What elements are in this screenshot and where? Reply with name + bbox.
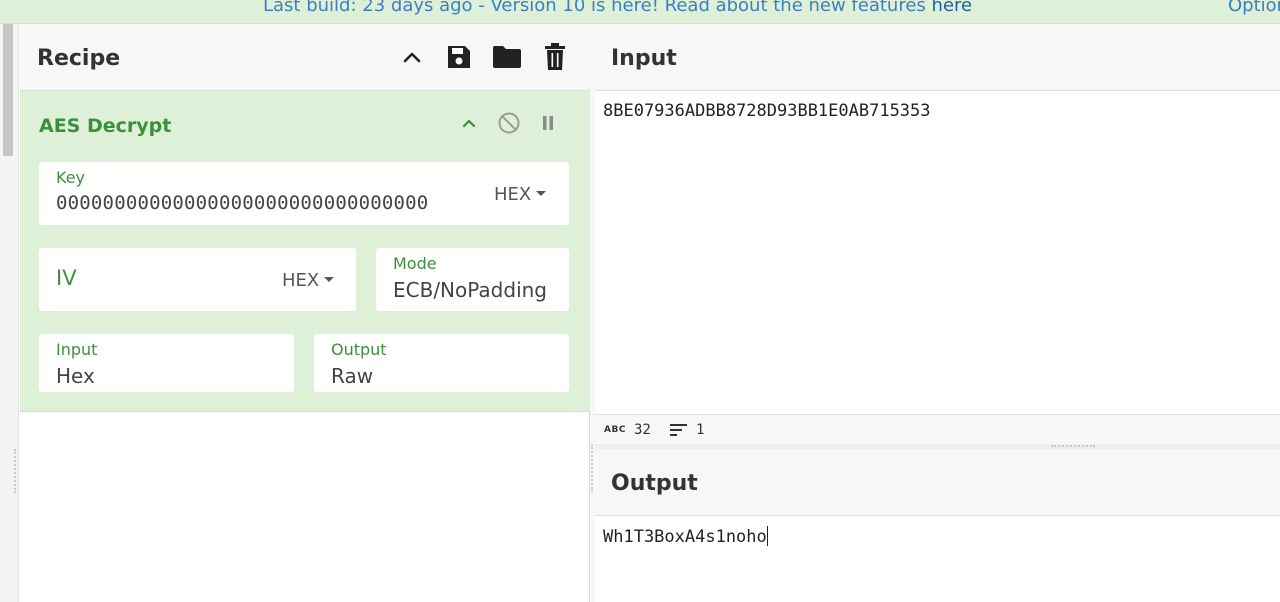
banner-text: Last build: 23 days ago - Version 10 is … (263, 0, 932, 16)
output-title: Output (611, 471, 698, 496)
operations-scrollbar[interactable] (0, 24, 19, 602)
pause-icon[interactable] (534, 109, 562, 137)
left-resize-handle[interactable] (14, 449, 18, 493)
splitter-grip[interactable] (1051, 445, 1095, 448)
input-header: Input (595, 24, 1280, 91)
mode-label: Mode (393, 254, 437, 273)
length-indicator: ABC 32 (604, 422, 651, 438)
length-value: 32 (633, 422, 651, 438)
key-format-value: HEX (494, 184, 532, 205)
input-format-value[interactable]: Hex (56, 364, 95, 388)
key-field[interactable]: Key 00000000000000000000000000000000 HEX (39, 162, 569, 225)
output-text: Wh1T3BoxA4s1noho (603, 527, 767, 547)
banner-message: Last build: 23 days ago - Version 10 is … (263, 0, 972, 16)
options-link[interactable]: Options (1228, 0, 1280, 16)
folder-icon[interactable] (492, 42, 522, 72)
input-format-select[interactable]: Input Hex (39, 334, 294, 392)
chevron-down-icon (324, 276, 335, 282)
iv-format-value: HEX (282, 270, 320, 291)
output-header: Output (595, 449, 1280, 516)
mode-select[interactable]: Mode ECB/NoPadding (376, 248, 569, 311)
key-label: Key (56, 168, 86, 187)
chevron-down-icon (536, 190, 547, 196)
key-input[interactable]: 00000000000000000000000000000000 (56, 192, 476, 214)
recipe-panel: Recipe AES Decrypt Key 00000000000000000… (20, 24, 590, 602)
iv-field[interactable]: IV HEX (39, 248, 356, 311)
output-pane: Output Wh1T3BoxA4s1noho (595, 449, 1280, 602)
input-pane: Input 8BE07936ADBB8728D93BB1E0AB715353 (595, 24, 1280, 414)
aes-decrypt-operation[interactable]: AES Decrypt Key 000000000000000000000000… (20, 91, 590, 412)
lines-icon (670, 424, 687, 436)
splitter-grip[interactable] (591, 444, 594, 492)
output-format-label: Output (331, 340, 387, 359)
recipe-title: Recipe (37, 46, 121, 71)
collapse-chevron-icon[interactable] (455, 109, 483, 137)
abc-icon: ABC (604, 425, 626, 435)
output-textarea[interactable]: Wh1T3BoxA4s1noho (603, 526, 768, 547)
input-textarea[interactable]: 8BE07936ADBB8728D93BB1E0AB715353 (603, 101, 931, 121)
banner-here-link[interactable]: here (932, 0, 973, 16)
top-banner: Last build: 23 days ago - Version 10 is … (0, 0, 1280, 24)
chevron-up-icon[interactable] (397, 42, 427, 72)
trash-icon[interactable] (540, 42, 570, 72)
save-icon[interactable] (444, 42, 474, 72)
operation-title: AES Decrypt (39, 115, 172, 137)
iv-label: IV (56, 266, 77, 290)
key-format-dropdown[interactable]: HEX (494, 184, 547, 205)
iv-format-dropdown[interactable]: HEX (282, 270, 335, 291)
mode-value[interactable]: ECB/NoPadding (393, 278, 565, 302)
input-format-label: Input (56, 340, 98, 359)
output-format-select[interactable]: Output Raw (314, 334, 569, 392)
disable-icon[interactable] (495, 109, 523, 137)
scrollbar-thumb[interactable] (3, 24, 13, 156)
input-statusbar: ABC 32 1 (595, 414, 1280, 444)
lines-value: 1 (696, 422, 705, 438)
input-title: Input (611, 46, 677, 71)
text-cursor (766, 526, 768, 546)
output-format-value[interactable]: Raw (331, 364, 373, 388)
lines-indicator: 1 (670, 422, 704, 438)
recipe-header: Recipe (20, 24, 590, 91)
